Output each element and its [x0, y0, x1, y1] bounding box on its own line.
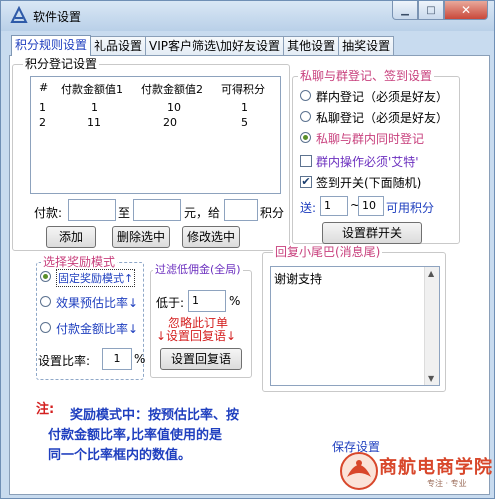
table-cell: 1: [91, 101, 98, 114]
minimize-icon: ▁: [401, 4, 409, 16]
close-button[interactable]: ✕: [444, 1, 488, 20]
range-from-input[interactable]: 1: [320, 196, 348, 216]
yuan-give-label: 元，给: [184, 206, 221, 220]
radio-group-register-label: 群内登记（必须是好友）: [316, 90, 449, 104]
close-icon: ✕: [460, 3, 472, 17]
tail-message-textarea[interactable]: 谢谢支持 ▲ ▼: [270, 266, 440, 386]
column-header[interactable]: 可得积分: [221, 81, 265, 97]
logo-name: 商航电商学院: [379, 457, 493, 478]
table-cell: 10: [167, 101, 181, 114]
tail-scrollbar[interactable]: ▲ ▼: [424, 267, 439, 385]
pay-to-input[interactable]: [133, 199, 181, 221]
column-header[interactable]: 付款金额值1: [61, 81, 123, 97]
settings-window: 软件设置 ▁ □ ✕ 积分规则设置 礼品设置 VIP客户筛选\加好友设置 其他设…: [0, 0, 495, 499]
to-label: 至: [118, 206, 131, 220]
pay-from-input[interactable]: [68, 199, 116, 221]
logo-slogan: 专注 · 专业: [427, 479, 467, 488]
window-controls: ▁ □ ✕: [392, 1, 488, 21]
send-label: 送:: [300, 201, 317, 215]
points-unit-label: 积分: [260, 206, 285, 220]
note-line-3: 同一个比率框内的数值。: [48, 448, 192, 463]
window-title: 软件设置: [33, 10, 82, 24]
tab-gift-settings[interactable]: 礼品设置: [90, 36, 147, 56]
radio-fixed-reward[interactable]: [40, 271, 51, 282]
radio-fixed-reward-label: 固定奖励模式↑: [56, 269, 136, 287]
maximize-button[interactable]: □: [418, 1, 444, 20]
table-cell: 1: [39, 101, 46, 114]
table-cell: 1: [241, 101, 248, 114]
add-button[interactable]: 添加: [46, 226, 96, 248]
range-to-input[interactable]: 10: [358, 196, 384, 216]
app-icon: [10, 6, 28, 23]
scroll-down-icon: ▼: [428, 374, 435, 383]
check-mark-icon: ✔: [301, 175, 311, 188]
table-row[interactable]: 1 1 10 1: [31, 101, 280, 117]
column-header[interactable]: 付款金额值2: [141, 81, 203, 97]
tab-panel: 积分登记设置 # 付款金额值1 付款金额值2 可得积分 1 1 10 1 2 1…: [9, 55, 490, 495]
below-label: 低于:: [156, 296, 185, 310]
modify-selected-button[interactable]: 修改选中: [182, 226, 240, 248]
tail-message-title: 回复小尾巴(消息尾): [273, 245, 383, 259]
table-cell: 20: [163, 116, 177, 129]
tab-other-settings[interactable]: 其他设置: [283, 36, 340, 56]
table-cell: 11: [87, 116, 101, 129]
radio-private-register[interactable]: [300, 111, 311, 122]
checkbox-signin-label: 签到开关(下面随机): [316, 176, 422, 190]
radio-group-register[interactable]: [300, 90, 311, 101]
radio-payment-ratio[interactable]: [40, 322, 51, 333]
available-points-label: 可用积分: [386, 201, 435, 215]
points-table[interactable]: # 付款金额值1 付款金额值2 可得积分 1 1 10 1 2 11 20 5: [30, 76, 281, 194]
tab-points-rules[interactable]: 积分规则设置: [11, 35, 92, 56]
radio-estimate-ratio-label: 效果预估比率↓: [56, 296, 139, 310]
tail-message-content: 谢谢支持: [274, 272, 323, 286]
set-reply-button[interactable]: 设置回复语: [160, 348, 242, 370]
column-header[interactable]: #: [39, 81, 48, 94]
minimize-button[interactable]: ▁: [392, 1, 418, 20]
set-reply-hint: ↓设置回复语↓: [156, 329, 237, 343]
ratio-input[interactable]: 1: [102, 348, 132, 370]
radio-both-register-label: 私聊与群内同时登记: [316, 132, 425, 146]
table-cell: 5: [241, 116, 248, 129]
maximize-icon: □: [426, 4, 436, 16]
points-registration-title: 积分登记设置: [23, 57, 100, 71]
below-percent-label: %: [229, 294, 241, 308]
radio-estimate-ratio[interactable]: [40, 296, 51, 307]
reward-mode-title: 选择奖励模式: [41, 255, 118, 269]
pay-label: 付款:: [34, 206, 63, 220]
note-line-2: 付款金额比率,比率值使用的是: [48, 428, 222, 443]
delete-selected-button[interactable]: 删除选中: [112, 226, 170, 248]
group-registration-title: 私聊与群登记、签到设置: [298, 69, 435, 83]
title-bar[interactable]: 软件设置 ▁ □ ✕: [1, 1, 494, 31]
radio-payment-ratio-label: 付款金额比率↓: [56, 322, 139, 336]
set-group-switch-button[interactable]: 设置群开关: [322, 222, 422, 244]
radio-both-register[interactable]: [300, 132, 311, 143]
scroll-up-icon: ▲: [428, 269, 435, 278]
radio-private-register-label: 私聊登记（必须是好友）: [316, 111, 449, 125]
below-input[interactable]: 1: [188, 290, 226, 312]
table-cell: 2: [39, 116, 46, 129]
filter-commission-title: 过滤低佣金(全局): [153, 263, 243, 277]
table-row[interactable]: 2 11 20 5: [31, 116, 280, 132]
note-prefix: 注:: [36, 402, 55, 417]
tab-vip-filter[interactable]: VIP客户筛选\加好友设置: [145, 36, 285, 56]
note-line-1: 奖励模式中：按预估比率、按: [70, 408, 240, 423]
table-header: # 付款金额值1 付款金额值2 可得积分: [31, 81, 280, 97]
points-input[interactable]: [224, 199, 258, 221]
checkbox-signin[interactable]: ✔: [300, 176, 312, 188]
tab-lottery-settings[interactable]: 抽奖设置: [338, 36, 395, 56]
checkbox-aite-label: 群内操作必须'艾特': [316, 155, 419, 169]
ratio-percent-label: %: [134, 352, 146, 366]
tab-bar: 积分规则设置 礼品设置 VIP客户筛选\加好友设置 其他设置 抽奖设置: [11, 35, 395, 56]
checkbox-aite[interactable]: [300, 155, 312, 167]
ratio-label: 设置比率:: [38, 354, 91, 368]
